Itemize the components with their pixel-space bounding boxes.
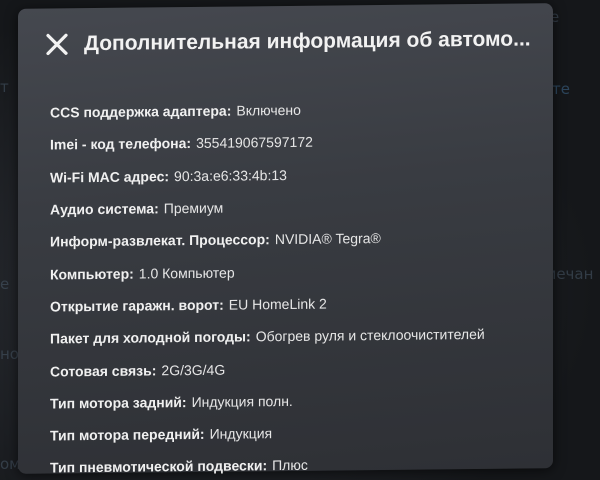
info-label: Аудио система:: [50, 200, 159, 218]
info-row-computer: Компьютер: 1.0 Компьютер: [50, 253, 533, 290]
info-row-wifi-mac: Wi-Fi MAC адрес: 90:3a:e6:33:4b:13: [50, 156, 533, 193]
background-text-fragment: т: [0, 78, 9, 96]
info-value: Индукция: [209, 425, 273, 442]
info-label: Информ-развлекат. Процессор:: [50, 231, 270, 250]
info-label: Тип пневмотической подвески:: [50, 457, 268, 476]
info-value: 1.0 Компьютер: [138, 264, 235, 282]
info-row-ccs-adapter: CCS поддержка адаптера: Включено: [50, 91, 533, 128]
info-value: Плюс: [272, 457, 308, 474]
info-value: Премиум: [163, 199, 224, 217]
info-value: 355419067597172: [196, 134, 313, 152]
car-display-screen: т е нос омн те мечан е Дополнительная ин…: [0, 0, 600, 480]
info-row-garage-door: Открытие гаражн. ворот: EU HomeLink 2: [50, 285, 533, 322]
info-value: 2G/3G/4G: [161, 361, 226, 378]
info-label: Компьютер:: [50, 265, 134, 283]
info-label: Сотовая связь:: [50, 361, 157, 379]
info-row-audio-system: Аудио система: Премиум: [50, 188, 533, 225]
background-link-fragment[interactable]: те: [552, 80, 570, 98]
info-label: Тип мотора задний:: [50, 393, 187, 412]
additional-info-dialog: Дополнительная информация об автомо... C…: [18, 3, 553, 476]
info-label: Открытие гаражн. ворот:: [50, 296, 224, 315]
info-value: Индукция полн.: [191, 392, 293, 410]
info-row-cold-weather-package: Пакет для холодной погоды: Обогрев руля …: [50, 317, 533, 354]
info-row-cellular: Сотовая связь: 2G/3G/4G: [50, 350, 533, 387]
info-value: NVIDIA® Tegra®: [274, 230, 381, 248]
info-value: Включено: [236, 101, 301, 119]
info-row-air-suspension: Тип пневмотической подвески: Плюс: [50, 447, 533, 480]
info-row-front-motor: Тип мотора передний: Индукция: [50, 414, 533, 451]
vehicle-info-list: CCS поддержка адаптера: Включено Imei - …: [50, 91, 533, 480]
info-label: Wi-Fi MAC адрес:: [50, 167, 170, 186]
dialog-header: Дополнительная информация об автомо...: [44, 23, 533, 60]
background-text-fragment: е: [0, 275, 10, 293]
info-row-infotainment-processor: Информ-развлекат. Процессор: NVIDIA® Teg…: [50, 221, 533, 258]
info-row-rear-motor: Тип мотора задний: Индукция полн.: [50, 382, 533, 419]
close-icon[interactable]: [44, 31, 70, 57]
info-label: CCS поддержка адаптера:: [50, 102, 232, 121]
info-value: 90:3a:e6:33:4b:13: [174, 166, 287, 184]
info-row-imei: Imei - код телефона: 355419067597172: [50, 124, 533, 161]
info-label: Тип мотора передний:: [50, 425, 205, 444]
dialog-title: Дополнительная информация об автомо...: [84, 27, 531, 56]
info-label: Imei - код телефона:: [50, 135, 192, 153]
info-label: Пакет для холодной погоды:: [50, 328, 251, 347]
info-value: Обогрев руля и стеклоочистителей: [255, 326, 485, 345]
info-value: EU HomeLink 2: [228, 295, 327, 313]
